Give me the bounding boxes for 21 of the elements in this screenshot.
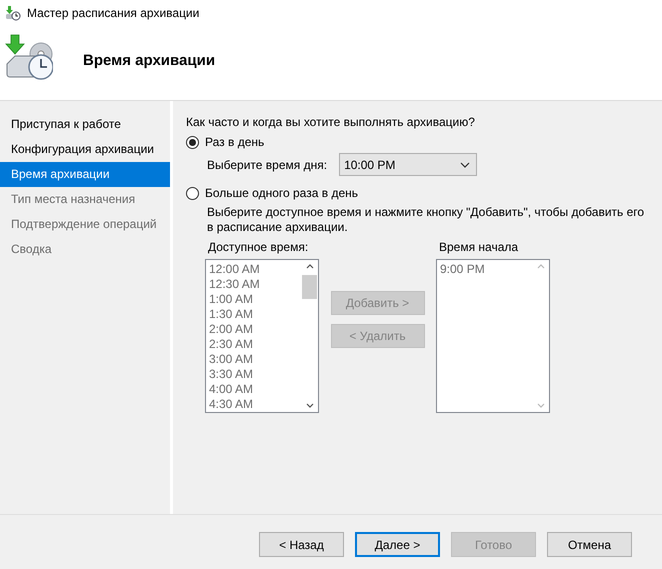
backup-drive-clock-icon: [5, 34, 53, 82]
backup-clock-icon: [5, 4, 21, 20]
wizard-button[interactable]: < Назад: [259, 532, 344, 557]
wizard-step[interactable]: Конфигурация архивации: [0, 137, 170, 162]
radio-label[interactable]: Раз в день: [205, 135, 264, 149]
question-text: Как часто и когда вы хотите выполнять архивацию?: [186, 115, 476, 129]
time-dropdown[interactable]: 10:00 PM: [339, 153, 478, 176]
wizard-button[interactable]: Отмена: [547, 532, 632, 557]
radio-label[interactable]: Больше одного раза в день: [205, 186, 358, 200]
radio-button[interactable]: [186, 136, 199, 148]
wizard-button[interactable]: Далее >: [355, 532, 440, 557]
wizard-step[interactable]: Время архивации: [0, 162, 170, 187]
field-label: Выберите время дня:: [207, 158, 328, 172]
list-label: Время начала: [438, 240, 520, 254]
radio-button[interactable]: [186, 186, 199, 200]
instruction-text: Выберите доступное время и нажмите кнопку "Добавить", чтобы добавить его в расписание архивации.: [206, 205, 646, 235]
page-heading: Время архивации: [83, 52, 216, 69]
wizard-step[interactable]: Приступая к работе: [0, 112, 170, 137]
chevron-down-icon: [460, 162, 470, 168]
list-label: Доступное время:: [207, 240, 310, 254]
window-title: Мастер расписания архивации: [27, 6, 200, 20]
